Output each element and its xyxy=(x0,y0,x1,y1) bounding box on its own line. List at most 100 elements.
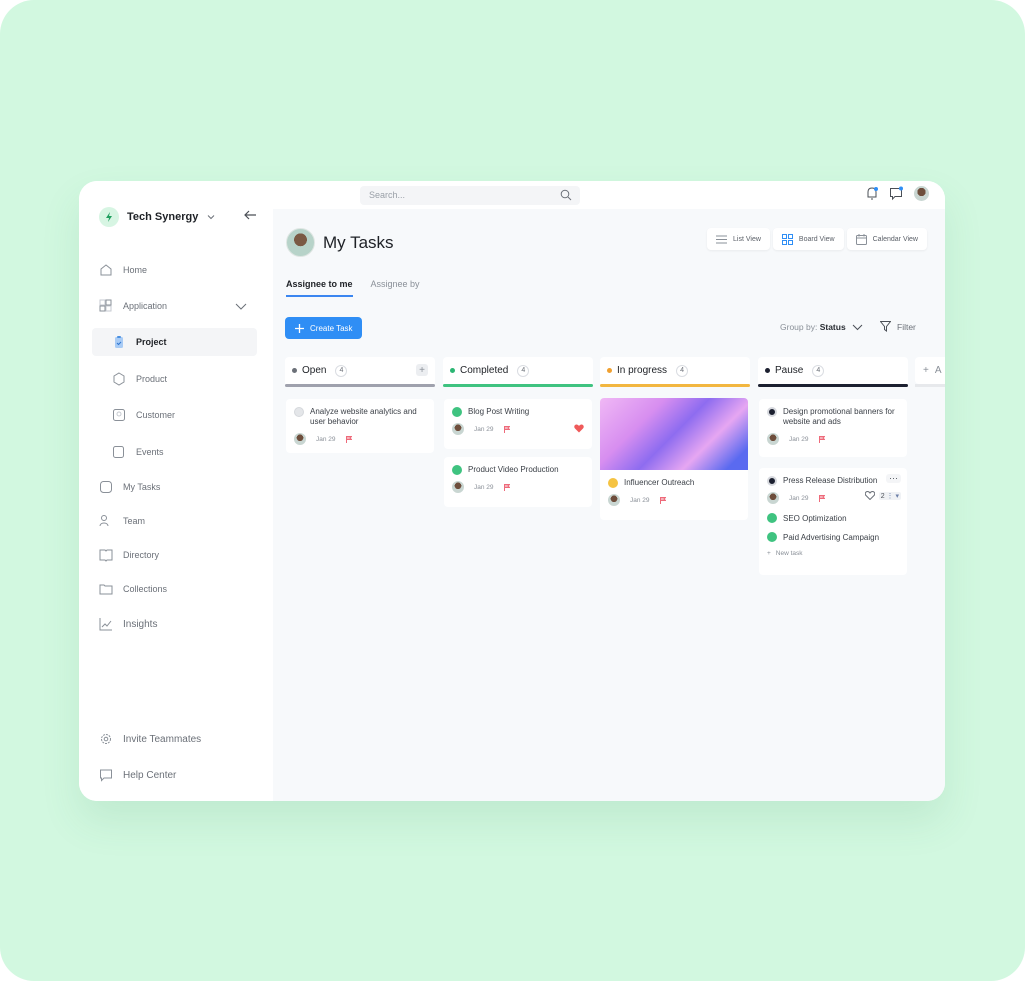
plus-icon: + xyxy=(923,365,929,376)
home-icon xyxy=(100,264,112,276)
board-view-button[interactable]: Board View xyxy=(772,228,844,250)
sidebar-item-directory[interactable]: Directory xyxy=(99,546,159,564)
status-dot xyxy=(607,368,612,373)
subtask-toggle[interactable]: 2 ⋮ ▾ xyxy=(878,491,901,500)
new-task-button[interactable]: + New task xyxy=(759,545,907,564)
help-chat-icon xyxy=(100,769,112,782)
apps-icon xyxy=(99,299,112,312)
task-card[interactable]: Analyze website analytics and user behav… xyxy=(286,399,434,453)
task-card[interactable]: Design promotional banners for website a… xyxy=(759,399,907,457)
subtask-item[interactable]: SEO Optimization xyxy=(759,510,907,526)
more-options-icon[interactable]: ··· xyxy=(886,474,901,483)
column-color-bar xyxy=(285,384,435,387)
sidebar-item-collections[interactable]: Collections xyxy=(99,580,167,598)
search-placeholder: Search... xyxy=(369,190,406,200)
due-date: Jan 29 xyxy=(316,435,336,443)
collapse-sidebar-icon[interactable] xyxy=(243,209,257,221)
tab-assignee-by[interactable]: Assignee by xyxy=(371,279,420,297)
sidebar-item-customer[interactable]: Customer xyxy=(112,406,175,424)
task-card[interactable]: Press Release Distribution ··· Jan 29 2 … xyxy=(759,468,907,575)
sidebar-item-label: Project xyxy=(136,337,167,347)
task-title: Press Release Distribution xyxy=(783,476,878,485)
task-card[interactable]: Blog Post Writing Jan 29 xyxy=(444,399,592,449)
add-column-button[interactable]: + A xyxy=(915,357,945,384)
status-dot xyxy=(450,368,455,373)
sidebar-item-project[interactable]: Project xyxy=(92,328,257,356)
status-pause-icon xyxy=(767,476,777,486)
add-card-button[interactable]: + xyxy=(416,364,428,376)
sidebar-item-application[interactable]: Application xyxy=(99,297,167,315)
group-by-dropdown[interactable]: Group by: Status xyxy=(780,322,863,332)
sidebar-item-product[interactable]: Product xyxy=(112,370,167,388)
assignee-avatar xyxy=(294,433,306,445)
notification-bell-icon[interactable] xyxy=(865,186,879,201)
workspace-switcher[interactable]: Tech Synergy xyxy=(99,207,216,227)
column-title: Open xyxy=(302,365,327,376)
column-count: 4 xyxy=(517,364,530,377)
filter-button[interactable]: Filter xyxy=(880,321,916,332)
sidebar-item-label: My Tasks xyxy=(123,482,161,492)
group-by-label: Group by: xyxy=(780,322,818,332)
sidebar-item-events[interactable]: Events xyxy=(112,443,164,461)
chart-icon xyxy=(99,618,112,631)
column-count: 4 xyxy=(812,364,825,377)
plus-icon xyxy=(295,323,304,333)
column-title: In progress xyxy=(617,365,668,376)
sidebar-item-label: Directory xyxy=(123,550,160,560)
column-color-bar xyxy=(443,384,593,387)
heart-outline-icon[interactable] xyxy=(864,491,875,500)
board-column-in-progress: In progress 4 xyxy=(600,357,750,387)
filter-label: Filter xyxy=(897,321,916,332)
flag-icon xyxy=(818,435,825,443)
sidebar: Tech Synergy Home Application Project Pr… xyxy=(79,181,273,801)
tab-assignee-to-me[interactable]: Assignee to me xyxy=(286,279,353,297)
book-icon xyxy=(99,549,113,562)
group-by-value: Status xyxy=(819,322,846,332)
card-cover-image xyxy=(600,398,748,470)
calendar-icon xyxy=(855,233,867,245)
sidebar-item-home[interactable]: Home xyxy=(99,261,147,279)
box-icon xyxy=(113,372,125,386)
task-card[interactable]: Product Video Production Jan 29 xyxy=(444,457,592,507)
sidebar-item-team[interactable]: Team xyxy=(99,512,145,530)
calendar-view-button[interactable]: Calendar View xyxy=(846,228,927,250)
subtask-item[interactable]: Paid Advertising Campaign xyxy=(759,526,907,545)
column-header: Completed 4 xyxy=(443,357,593,384)
create-task-button[interactable]: Create Task xyxy=(285,317,362,339)
invite-teammates-link[interactable]: Invite Teammates xyxy=(99,730,201,748)
heart-filled-icon[interactable] xyxy=(574,424,584,433)
sidebar-item-label: Insights xyxy=(123,618,158,630)
list-view-button[interactable]: List View xyxy=(707,228,770,250)
sidebar-item-insights[interactable]: Insights xyxy=(99,615,157,633)
plus-icon: + xyxy=(767,550,771,557)
search-input[interactable]: Search... xyxy=(360,186,580,205)
due-date: Jan 29 xyxy=(474,425,494,433)
sidebar-item-my-tasks[interactable]: My Tasks xyxy=(99,478,160,496)
main-content: Search... My Tasks List View Board View xyxy=(273,181,945,801)
chevron-down-icon xyxy=(207,215,215,220)
user-avatar[interactable] xyxy=(914,186,929,201)
flag-icon xyxy=(345,435,352,443)
page-avatar xyxy=(286,228,315,257)
top-bar: Search... xyxy=(273,181,945,209)
status-open-icon xyxy=(294,407,304,417)
sidebar-item-label: Collections xyxy=(123,584,168,594)
help-center-link[interactable]: Help Center xyxy=(99,766,176,784)
subtask-title: SEO Optimization xyxy=(783,513,847,523)
column-header: In progress 4 xyxy=(600,357,750,384)
list-icon xyxy=(716,235,728,243)
check-circle-icon xyxy=(452,465,462,475)
search-icon xyxy=(560,189,572,201)
assignee-avatar xyxy=(452,423,464,435)
sidebar-item-label: Invite Teammates xyxy=(123,733,202,745)
folder-icon xyxy=(99,584,113,595)
user-card-icon xyxy=(113,409,125,421)
add-column-label: A xyxy=(934,365,942,376)
chevron-down-icon[interactable] xyxy=(234,301,248,311)
sidebar-item-label: Help Center xyxy=(123,769,177,781)
messages-icon[interactable] xyxy=(889,186,904,201)
task-card[interactable]: Influencer Outreach Jan 29 xyxy=(600,398,748,520)
assignee-avatar xyxy=(608,494,620,506)
workspace-name: Tech Synergy xyxy=(127,211,199,223)
task-title: Influencer Outreach xyxy=(624,478,695,487)
